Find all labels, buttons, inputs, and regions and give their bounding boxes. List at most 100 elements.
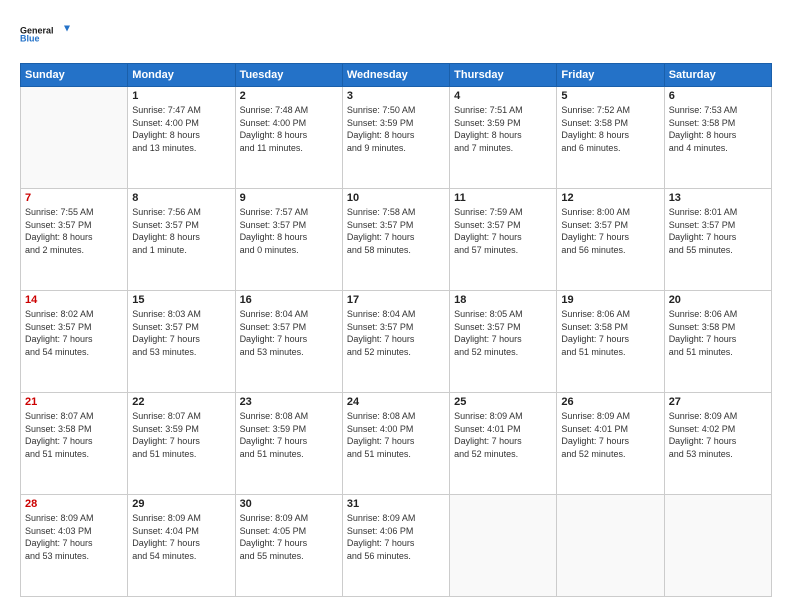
calendar-cell: 30 Sunrise: 8:09 AMSunset: 4:05 PMDayligh… [235, 495, 342, 597]
day-number: 19 [561, 294, 659, 306]
day-number: 4 [454, 90, 552, 102]
day-number: 16 [240, 294, 338, 306]
calendar-cell: 23 Sunrise: 8:08 AMSunset: 3:59 PMDayligh… [235, 393, 342, 495]
day-info: Sunrise: 7:52 AMSunset: 3:58 PMDaylight:… [561, 104, 659, 154]
week-row-1: 1 Sunrise: 7:47 AMSunset: 4:00 PMDaylight… [21, 87, 772, 189]
calendar-cell: 27 Sunrise: 8:09 AMSunset: 4:02 PMDayligh… [664, 393, 771, 495]
day-number: 8 [132, 192, 230, 204]
calendar-cell: 6Sunrise: 7:53 AMSunset: 3:58 PMDaylight… [664, 87, 771, 189]
week-row-2: 7 Sunrise: 7:55 AMSunset: 3:57 PMDaylight… [21, 189, 772, 291]
day-info: Sunrise: 8:04 AMSunset: 3:57 PMDaylight:… [240, 308, 338, 358]
weekday-friday: Friday [557, 64, 664, 87]
day-number: 26 [561, 396, 659, 408]
calendar-cell: 10 Sunrise: 7:58 AMSunset: 3:57 PMDayligh… [342, 189, 449, 291]
calendar-cell: 5 Sunrise: 7:52 AMSunset: 3:58 PMDaylight… [557, 87, 664, 189]
weekday-tuesday: Tuesday [235, 64, 342, 87]
day-info: Sunrise: 8:09 AMSunset: 4:06 PMDaylight:… [347, 512, 445, 562]
day-info: Sunrise: 7:55 AMSunset: 3:57 PMDaylight:… [25, 206, 123, 256]
day-info: Sunrise: 8:06 AMSunset: 3:58 PMDaylight:… [669, 308, 767, 358]
calendar-cell [21, 87, 128, 189]
calendar-header: SundayMondayTuesdayWednesdayThursdayFrid… [21, 64, 772, 87]
day-number: 28 [25, 498, 123, 510]
day-info: Sunrise: 8:07 AMSunset: 3:58 PMDaylight:… [25, 410, 123, 460]
calendar-cell [664, 495, 771, 597]
day-number: 15 [132, 294, 230, 306]
day-number: 23 [240, 396, 338, 408]
calendar-cell: 11 Sunrise: 7:59 AMSunset: 3:57 PMDayligh… [450, 189, 557, 291]
weekday-monday: Monday [128, 64, 235, 87]
calendar-cell [450, 495, 557, 597]
day-number: 3 [347, 90, 445, 102]
day-info: Sunrise: 8:09 AMSunset: 4:05 PMDaylight:… [240, 512, 338, 562]
day-info: Sunrise: 7:58 AMSunset: 3:57 PMDaylight:… [347, 206, 445, 256]
weekday-saturday: Saturday [664, 64, 771, 87]
weekday-thursday: Thursday [450, 64, 557, 87]
day-number: 18 [454, 294, 552, 306]
day-info: Sunrise: 8:03 AMSunset: 3:57 PMDaylight:… [132, 308, 230, 358]
day-info: Sunrise: 8:08 AMSunset: 4:00 PMDaylight:… [347, 410, 445, 460]
day-info: Sunrise: 8:05 AMSunset: 3:57 PMDaylight:… [454, 308, 552, 358]
calendar-cell: 29Sunrise: 8:09 AMSunset: 4:04 PMDayligh… [128, 495, 235, 597]
calendar-cell: 25Sunrise: 8:09 AMSunset: 4:01 PMDayligh… [450, 393, 557, 495]
calendar-cell: 9 Sunrise: 7:57 AMSunset: 3:57 PMDaylight… [235, 189, 342, 291]
day-number: 12 [561, 192, 659, 204]
day-number: 17 [347, 294, 445, 306]
day-info: Sunrise: 8:09 AMSunset: 4:01 PMDaylight:… [454, 410, 552, 460]
day-info: Sunrise: 7:47 AMSunset: 4:00 PMDaylight:… [132, 104, 230, 154]
day-info: Sunrise: 8:07 AMSunset: 3:59 PMDaylight:… [132, 410, 230, 460]
day-info: Sunrise: 7:53 AMSunset: 3:58 PMDaylight:… [669, 104, 767, 154]
day-number: 31 [347, 498, 445, 510]
day-info: Sunrise: 7:48 AMSunset: 4:00 PMDaylight:… [240, 104, 338, 154]
day-info: Sunrise: 7:57 AMSunset: 3:57 PMDaylight:… [240, 206, 338, 256]
calendar-cell: 14 Sunrise: 8:02 AMSunset: 3:57 PMDayligh… [21, 291, 128, 393]
day-info: Sunrise: 8:04 AMSunset: 3:57 PMDaylight:… [347, 308, 445, 358]
logo-svg: General Blue [20, 15, 70, 53]
day-info: Sunrise: 8:08 AMSunset: 3:59 PMDaylight:… [240, 410, 338, 460]
day-number: 9 [240, 192, 338, 204]
day-number: 24 [347, 396, 445, 408]
day-info: Sunrise: 8:09 AMSunset: 4:02 PMDaylight:… [669, 410, 767, 460]
day-number: 10 [347, 192, 445, 204]
day-info: Sunrise: 7:56 AMSunset: 3:57 PMDaylight:… [132, 206, 230, 256]
day-number: 27 [669, 396, 767, 408]
day-number: 20 [669, 294, 767, 306]
day-info: Sunrise: 8:02 AMSunset: 3:57 PMDaylight:… [25, 308, 123, 358]
calendar-body: 1 Sunrise: 7:47 AMSunset: 4:00 PMDaylight… [21, 87, 772, 597]
page: General Blue SundayMondayTuesdayWednesda… [0, 0, 792, 612]
day-info: Sunrise: 8:09 AMSunset: 4:03 PMDaylight:… [25, 512, 123, 562]
svg-text:Blue: Blue [20, 34, 40, 44]
weekday-sunday: Sunday [21, 64, 128, 87]
day-number: 7 [25, 192, 123, 204]
day-info: Sunrise: 8:06 AMSunset: 3:58 PMDaylight:… [561, 308, 659, 358]
weekday-header-row: SundayMondayTuesdayWednesdayThursdayFrid… [21, 64, 772, 87]
weekday-wednesday: Wednesday [342, 64, 449, 87]
calendar-cell: 1 Sunrise: 7:47 AMSunset: 4:00 PMDaylight… [128, 87, 235, 189]
week-row-5: 28 Sunrise: 8:09 AMSunset: 4:03 PMDayligh… [21, 495, 772, 597]
day-info: Sunrise: 8:01 AMSunset: 3:57 PMDaylight:… [669, 206, 767, 256]
day-info: Sunrise: 7:51 AMSunset: 3:59 PMDaylight:… [454, 104, 552, 154]
calendar-cell: 8 Sunrise: 7:56 AMSunset: 3:57 PMDaylight… [128, 189, 235, 291]
calendar-cell: 7 Sunrise: 7:55 AMSunset: 3:57 PMDaylight… [21, 189, 128, 291]
day-number: 5 [561, 90, 659, 102]
calendar-cell: 20 Sunrise: 8:06 AMSunset: 3:58 PMDayligh… [664, 291, 771, 393]
header: General Blue [20, 15, 772, 53]
day-info: Sunrise: 7:50 AMSunset: 3:59 PMDaylight:… [347, 104, 445, 154]
calendar-cell: 2Sunrise: 7:48 AMSunset: 4:00 PMDaylight… [235, 87, 342, 189]
day-number: 1 [132, 90, 230, 102]
day-number: 11 [454, 192, 552, 204]
calendar-cell: 21 Sunrise: 8:07 AMSunset: 3:58 PMDayligh… [21, 393, 128, 495]
calendar-cell: 28 Sunrise: 8:09 AMSunset: 4:03 PMDayligh… [21, 495, 128, 597]
calendar-cell: 24 Sunrise: 8:08 AMSunset: 4:00 PMDayligh… [342, 393, 449, 495]
day-number: 29 [132, 498, 230, 510]
calendar-cell [557, 495, 664, 597]
day-number: 13 [669, 192, 767, 204]
day-info: Sunrise: 8:00 AMSunset: 3:57 PMDaylight:… [561, 206, 659, 256]
calendar-cell: 13 Sunrise: 8:01 AMSunset: 3:57 PMDayligh… [664, 189, 771, 291]
day-number: 30 [240, 498, 338, 510]
calendar-cell: 18 Sunrise: 8:05 AMSunset: 3:57 PMDayligh… [450, 291, 557, 393]
day-number: 22 [132, 396, 230, 408]
day-number: 21 [25, 396, 123, 408]
day-info: Sunrise: 7:59 AMSunset: 3:57 PMDaylight:… [454, 206, 552, 256]
day-number: 14 [25, 294, 123, 306]
calendar-cell: 12 Sunrise: 8:00 AMSunset: 3:57 PMDayligh… [557, 189, 664, 291]
